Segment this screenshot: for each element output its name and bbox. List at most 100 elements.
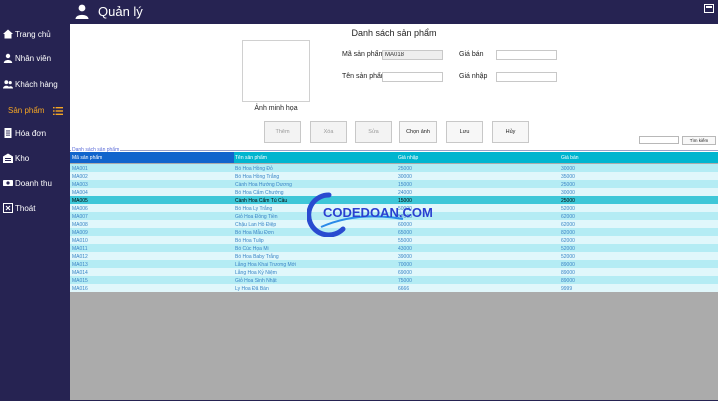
sidebar-item-label: Doanh thu [15, 179, 52, 188]
table-cell: MA007 [72, 213, 88, 220]
sidebar-item-khach-hang[interactable]: Khách hàng [0, 74, 70, 96]
menu-icon[interactable] [53, 107, 63, 115]
table-row[interactable]: MA003 Cành Hoa Hướng Dương 15000 25000 [70, 180, 718, 188]
cancel-button[interactable]: Hủy [492, 121, 529, 143]
table-cell: 70000 [398, 261, 412, 268]
table-cell: Chậu Lan Hồ Điệp [235, 221, 277, 228]
sidebar-item-label: Kho [15, 154, 30, 163]
table-row[interactable]: MA012 Bó Hoa Baby Trắng 39000 52000 [70, 252, 718, 260]
product-name-label: Tên sản phẩm [342, 73, 387, 80]
table-cell: 35000 [561, 173, 575, 180]
table-row[interactable]: MA014 Lẵng Hoa Kỷ Niệm 69000 89000 [70, 268, 718, 276]
window-icon[interactable] [704, 4, 714, 13]
table-cell: MA004 [72, 189, 88, 196]
table-cell: MA016 [72, 285, 88, 292]
choose-image-button[interactable]: Chọn ảnh [399, 121, 437, 143]
table-cell: 89000 [561, 261, 575, 268]
form-title: Danh sách sản phẩm [351, 28, 437, 38]
table-cell: 52000 [561, 253, 575, 260]
table-cell: 25000 [561, 181, 575, 188]
receipt-icon [4, 128, 12, 138]
sidebar-item-trang-chu[interactable]: Trang chủ [0, 24, 70, 46]
edit-button[interactable]: Sửa [355, 121, 392, 143]
table-row[interactable]: MA001 Bó Hoa Hồng Đỏ 25000 30000 [70, 164, 718, 172]
table-cell: MA006 [72, 205, 88, 212]
search-button[interactable]: Tìm kiếm [682, 136, 716, 145]
table-cell: 62000 [561, 237, 575, 244]
table-cell: Bó Hoa Ly Trắng [235, 205, 273, 212]
product-name-input[interactable] [382, 72, 443, 82]
table-cell: 62000 [561, 221, 575, 228]
product-code-input[interactable] [382, 50, 443, 60]
sidebar: Trang chủ Nhân viên Khách hàng Sản phẩm … [0, 24, 70, 400]
table-cell: Ly Hoa Đã Bán [235, 285, 269, 292]
product-image-label: Ảnh minh họa [254, 105, 298, 112]
table-row[interactable]: MA010 Bó Hoa Tulip 55000 62000 [70, 236, 718, 244]
table-cell: Bó Hoa Hồng Đỏ [235, 165, 273, 172]
table-cell: MA012 [72, 253, 88, 260]
sale-price-input[interactable] [496, 50, 557, 60]
table-cell: MA005 [72, 197, 88, 204]
import-price-input[interactable] [496, 72, 557, 82]
table-row[interactable]: MA015 Giỏ Hoa Sinh Nhật 75000 89000 [70, 276, 718, 284]
table-row[interactable]: MA013 Lẵng Hoa Khai Trương Mới 70000 89000 [70, 260, 718, 268]
column-header-name[interactable]: Tên sản phẩm [235, 155, 267, 161]
table-cell: MA009 [72, 229, 88, 236]
table-cell: 55000 [398, 237, 412, 244]
table-cell: 52000 [561, 205, 575, 212]
table-row[interactable]: MA011 Bó Cúc Họa Mi 43000 52000 [70, 244, 718, 252]
sidebar-item-san-pham[interactable]: Sản phẩm [0, 100, 70, 122]
table-cell: 89000 [561, 277, 575, 284]
import-price-label: Giá nhập [459, 73, 488, 80]
table-cell: Bó Hoa Hồng Trắng [235, 173, 280, 180]
table-cell: MA008 [72, 221, 88, 228]
sidebar-item-hoa-don[interactable]: Hóa đơn [0, 123, 70, 145]
column-header-code[interactable]: Mã sản phẩm [72, 155, 102, 161]
sidebar-item-label: Trang chủ [15, 30, 51, 39]
column-header-import[interactable]: Giá nhập [398, 155, 418, 161]
watermark-text: CODEDOAN.COM [323, 205, 433, 220]
search-input[interactable] [639, 136, 679, 144]
warehouse-icon [3, 153, 13, 163]
sidebar-item-label: Khách hàng [15, 80, 58, 89]
table-row[interactable]: MA002 Bó Hoa Hồng Trắng 30000 35000 [70, 172, 718, 180]
table-cell: Bó Hoa Cẩm Chướng [235, 189, 284, 196]
table-cell: 30000 [398, 173, 412, 180]
table-cell: Bó Hoa Tulip [235, 237, 264, 244]
table-cell: Bó Hoa Baby Trắng [235, 253, 279, 260]
table-cell: 9999 [561, 285, 573, 292]
table-cell: 6666 [398, 285, 410, 292]
table-row[interactable]: MA016 Ly Hoa Đã Bán 6666 9999 [70, 284, 718, 292]
money-icon [3, 180, 13, 186]
table-cell: 52000 [561, 245, 575, 252]
table-cell: 62000 [561, 213, 575, 220]
table-cell: Bó Hoa Mẫu Đơn [235, 229, 274, 236]
home-icon [3, 29, 13, 39]
column-header-price[interactable]: Giá bán [561, 155, 579, 161]
table-cell: Lẵng Hoa Khai Trương Mới [235, 261, 297, 268]
table-cell: 75000 [398, 277, 412, 284]
exit-icon [3, 203, 13, 213]
table-cell: MA015 [72, 277, 88, 284]
sidebar-item-doanh-thu[interactable]: Doanh thu [0, 173, 70, 195]
table-cell: Bó Cúc Họa Mi [235, 245, 269, 252]
sidebar-item-kho[interactable]: Kho [0, 148, 70, 170]
delete-button[interactable]: Xóa [310, 121, 347, 143]
table-cell: Cành Hoa Cẩm Tú Cầu [235, 197, 288, 204]
table-cell: MA010 [72, 237, 88, 244]
sidebar-item-label: Thoát [15, 204, 36, 213]
product-image [242, 40, 310, 102]
add-button[interactable]: Thêm [264, 121, 301, 143]
save-button[interactable]: Lưu [446, 121, 483, 143]
table-cell: 25000 [398, 165, 412, 172]
table-cell: MA011 [72, 245, 88, 252]
table-header: Mã sản phẩm Tên sản phẩm Giá nhập Giá bá… [70, 152, 718, 163]
table-cell: Giỏ Hoa Sinh Nhật [235, 277, 277, 284]
table-cell: 69000 [398, 269, 412, 276]
user-icon [3, 53, 13, 63]
watermark-logo: CODEDOAN.COM [307, 192, 433, 237]
sidebar-item-nhan-vien[interactable]: Nhân viên [0, 48, 70, 70]
table-cell: MA013 [72, 261, 88, 268]
sidebar-item-thoat[interactable]: Thoát [0, 198, 70, 220]
table-cell: 30000 [561, 165, 575, 172]
